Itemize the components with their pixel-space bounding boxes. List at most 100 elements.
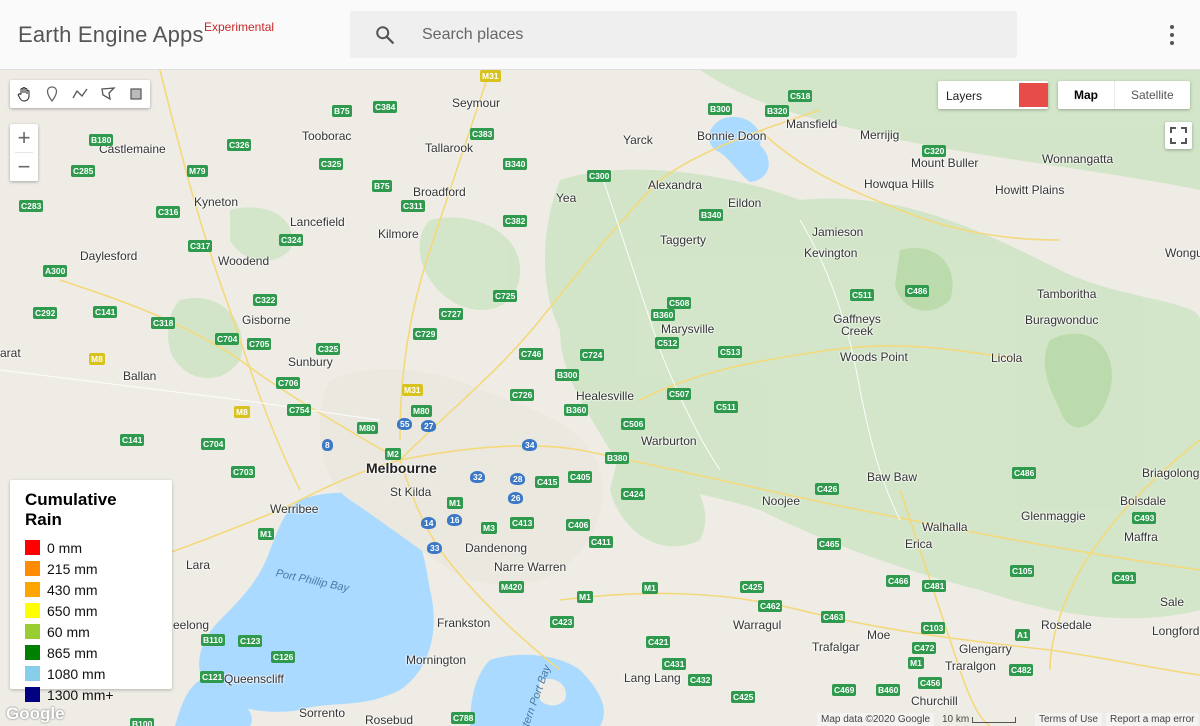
terms-link[interactable]: Terms of Use <box>1035 713 1102 726</box>
place-label: Frankston <box>437 616 491 630</box>
place-label: Jamieson <box>812 225 864 239</box>
road-shield: C511 <box>714 401 738 413</box>
road-shield: M31 <box>480 70 501 82</box>
legend-label: 1300 mm+ <box>47 686 114 703</box>
zoom-out-button[interactable]: − <box>10 153 38 181</box>
place-label: Taggerty <box>660 233 707 247</box>
road-shield: C311 <box>401 200 425 212</box>
app-header: Earth Engine Apps Experimental <box>0 0 1200 70</box>
layers-control[interactable]: Layers <box>938 81 1048 109</box>
road-shield: C506 <box>621 418 646 430</box>
legend-item: 60 mm <box>25 621 157 642</box>
marker-icon[interactable] <box>38 80 66 108</box>
road-shield: C423 <box>550 616 575 628</box>
road-shield: C724 <box>580 349 605 361</box>
legend-panel: Cumulative Rain 0 mm 215 mm 430 mm 650 m… <box>10 480 172 703</box>
legend-item: 1080 mm <box>25 663 157 684</box>
hand-icon[interactable] <box>10 80 38 108</box>
road-shield: C320 <box>922 145 947 157</box>
legend-title: Cumulative Rain <box>25 490 117 529</box>
legend-swatch <box>25 561 40 576</box>
place-label: Kevington <box>804 246 858 260</box>
road-shield: C725 <box>493 290 518 302</box>
road-shield: M8 <box>234 406 250 418</box>
zoom-in-button[interactable]: + <box>10 124 38 152</box>
road-shield: B100 <box>130 718 155 726</box>
place-label: Lara <box>186 558 211 572</box>
road-shield: 16 <box>447 514 463 526</box>
more-vert-icon[interactable] <box>1160 22 1184 48</box>
drawing-tools <box>10 80 150 108</box>
road-shield: C518 <box>788 90 813 102</box>
place-label: Werribee <box>270 502 319 516</box>
place-label: Woods Point <box>840 350 908 364</box>
road-shield: C382 <box>503 215 528 227</box>
place-label: Warburton <box>641 434 697 448</box>
google-logo[interactable]: Google <box>6 704 65 724</box>
road-shield: M3 <box>481 522 497 534</box>
road-shield: C493 <box>1132 512 1157 524</box>
place-label: Sunbury <box>288 355 333 369</box>
road-shield: 28 <box>510 473 526 485</box>
road-shield: C325 <box>316 343 341 355</box>
road-shield: C425 <box>740 581 765 593</box>
road-shield: 55 <box>397 418 413 430</box>
legend-label: 1080 mm <box>47 665 106 682</box>
search-icon[interactable] <box>374 24 396 46</box>
experimental-tag: Experimental <box>204 20 275 34</box>
road-shield: M1 <box>447 497 463 509</box>
road-shield: B180 <box>89 134 114 146</box>
place-label: Queenscliff <box>224 672 284 686</box>
legend-item: 1300 mm+ <box>25 684 157 705</box>
legend-swatch <box>25 645 40 660</box>
road-shield: A300 <box>43 265 68 277</box>
legend-swatch <box>25 603 40 618</box>
zoom-control: + − <box>10 124 38 181</box>
place-label: Tamboritha <box>1037 287 1097 301</box>
place-label: St Kilda <box>390 485 432 499</box>
place-label: Traralgon <box>945 659 996 673</box>
road-shield: C123 <box>238 635 263 647</box>
place-label: eelong <box>173 618 210 632</box>
road-shield: C411 <box>589 536 613 548</box>
place-label: Narre Warren <box>494 560 567 574</box>
fullscreen-button[interactable] <box>1165 122 1192 149</box>
road-shield: B340 <box>503 158 528 170</box>
road-shield: A1 <box>1015 629 1030 641</box>
line-icon[interactable] <box>66 80 94 108</box>
road-shield: C463 <box>821 611 846 623</box>
road-shield: C705 <box>247 338 272 350</box>
road-shield: B75 <box>332 105 352 117</box>
road-shield: C426 <box>815 483 840 495</box>
search-input[interactable] <box>422 22 1002 48</box>
place-label: Wonnangatta <box>1042 152 1114 166</box>
report-map-error-link[interactable]: Report a map error <box>1106 713 1199 726</box>
legend-item: 865 mm <box>25 642 157 663</box>
place-label: Marysville <box>661 322 715 336</box>
app-title[interactable]: Earth Engine Apps <box>18 22 204 48</box>
legend-label: 865 mm <box>47 644 98 661</box>
legend-item: 430 mm <box>25 579 157 600</box>
road-shield: B380 <box>605 452 630 464</box>
place-label: Maffra <box>1124 530 1158 544</box>
scale-label[interactable]: 10 km <box>938 713 973 726</box>
road-shield: M420 <box>499 581 525 593</box>
map-canvas[interactable]: Seymour Castlemaine Tooborac Tallarook Y… <box>0 70 1200 726</box>
map-type-map-button[interactable]: Map <box>1058 81 1115 109</box>
rectangle-icon[interactable] <box>122 80 150 108</box>
road-shield: C141 <box>120 434 145 446</box>
polygon-icon[interactable] <box>94 80 122 108</box>
legend-swatch <box>25 540 40 555</box>
map-type-satellite-button[interactable]: Satellite <box>1115 81 1190 109</box>
place-label: Dandenong <box>465 541 528 555</box>
map-data-attribution: Map data ©2020 Google <box>817 713 935 726</box>
legend-label: 650 mm <box>47 602 98 619</box>
road-shield: B110 <box>201 634 225 646</box>
road-shield: M8 <box>89 353 105 365</box>
road-shield: C325 <box>319 158 344 170</box>
place-label: Ballan <box>123 369 157 383</box>
road-shield: B340 <box>699 209 724 221</box>
place-label: Melbourne <box>366 460 437 476</box>
search-box[interactable] <box>350 11 1017 58</box>
road-shield: C512 <box>655 337 680 349</box>
